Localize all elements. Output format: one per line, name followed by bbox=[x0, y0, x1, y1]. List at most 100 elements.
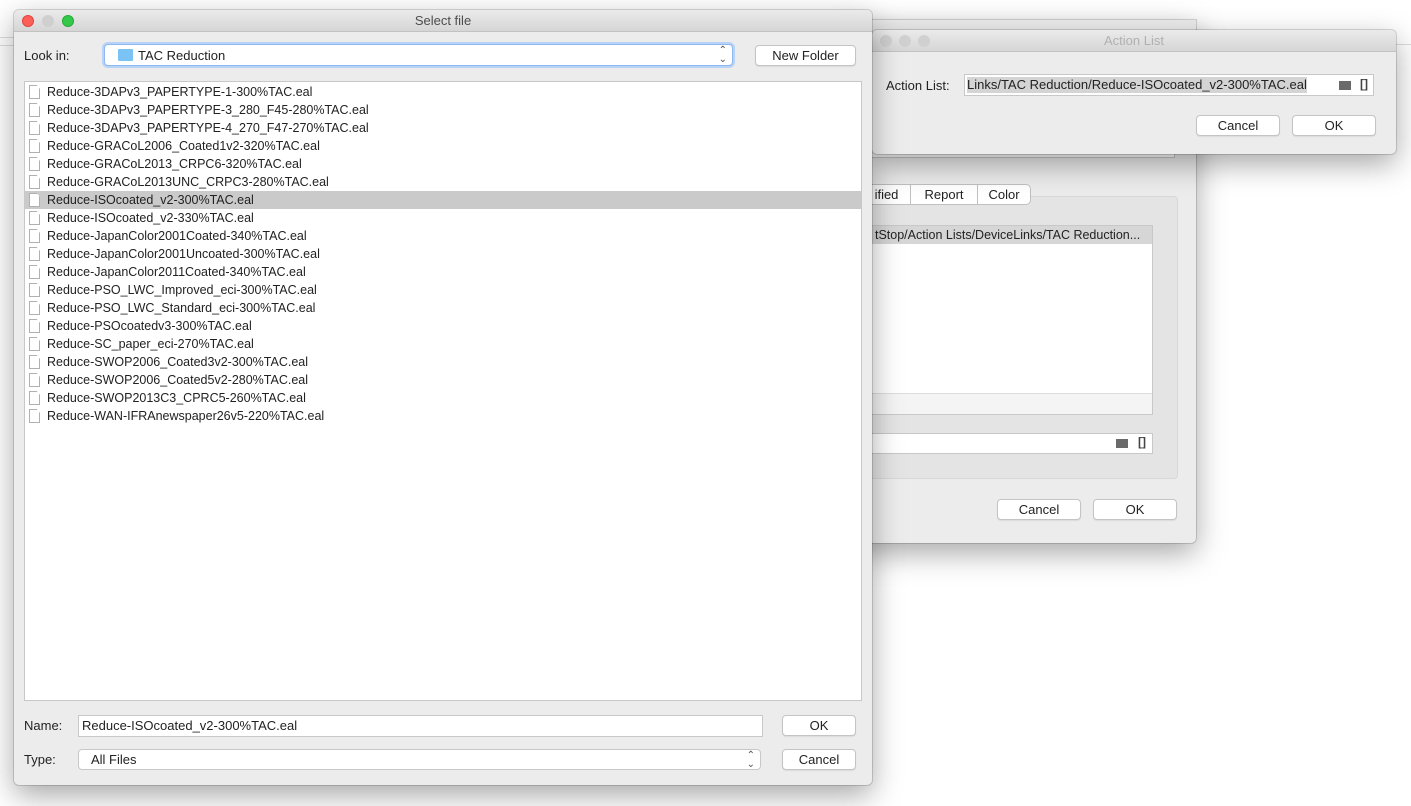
file-icon bbox=[29, 409, 40, 423]
zoom-button[interactable] bbox=[62, 15, 74, 27]
file-icon bbox=[29, 391, 40, 405]
name-label: Name: bbox=[24, 718, 63, 733]
file-list-item[interactable]: Reduce-ISOcoated_v2-300%TAC.eal bbox=[25, 191, 861, 209]
file-icon bbox=[29, 265, 40, 279]
action-list-ok-button[interactable]: OK bbox=[1292, 115, 1376, 136]
action-list-value: Links/TAC Reduction/Reduce-ISOcoated_v2-… bbox=[967, 77, 1307, 93]
file-icon bbox=[29, 103, 40, 117]
file-icon bbox=[29, 247, 40, 261]
look-in-label: Look in: bbox=[24, 48, 70, 63]
file-icon bbox=[29, 175, 40, 189]
minimize-button-inactive[interactable] bbox=[899, 35, 911, 47]
background-cancel-button[interactable]: Cancel bbox=[997, 499, 1081, 520]
file-name: Reduce-GRACoL2006_Coated1v2-320%TAC.eal bbox=[47, 139, 320, 153]
horizontal-scrollbar[interactable] bbox=[863, 393, 1152, 414]
action-list-dialog: Action List Action List: Links/TAC Reduc… bbox=[872, 30, 1396, 154]
table-header[interactable]: tStop/Action Lists/DeviceLinks/TAC Reduc… bbox=[863, 226, 1152, 244]
bracket-icon[interactable]: [] bbox=[1360, 77, 1368, 91]
type-label: Type: bbox=[24, 752, 56, 767]
file-name: Reduce-ISOcoated_v2-330%TAC.eal bbox=[47, 211, 254, 225]
cancel-button[interactable]: Cancel bbox=[782, 749, 856, 770]
file-list-item[interactable]: Reduce-PSO_LWC_Standard_eci-300%TAC.eal bbox=[25, 299, 861, 317]
file-list-item[interactable]: Reduce-WAN-IFRAnewspaper26v5-220%TAC.eal bbox=[25, 407, 861, 425]
action-list-titlebar: Action List bbox=[872, 30, 1396, 52]
select-file-dialog: Select file Look in: TAC Reduction ⌃ ⌄ Ne… bbox=[14, 10, 872, 785]
background-ok-button[interactable]: OK bbox=[1093, 499, 1177, 520]
folder-icon[interactable] bbox=[1116, 439, 1128, 448]
zoom-button-inactive[interactable] bbox=[918, 35, 930, 47]
file-name: Reduce-GRACoL2013UNC_CRPC3-280%TAC.eal bbox=[47, 175, 329, 189]
file-name: Reduce-SWOP2013C3_CPRC5-260%TAC.eal bbox=[47, 391, 306, 405]
folder-icon bbox=[118, 49, 133, 61]
file-name: Reduce-3DAPv3_PAPERTYPE-4_270_F47-270%TA… bbox=[47, 121, 369, 135]
ok-button[interactable]: OK bbox=[782, 715, 856, 736]
file-list-item[interactable]: Reduce-ISOcoated_v2-330%TAC.eal bbox=[25, 209, 861, 227]
action-table[interactable]: tStop/Action Lists/DeviceLinks/TAC Reduc… bbox=[862, 225, 1153, 415]
tab-color[interactable]: Color bbox=[977, 184, 1031, 205]
file-list-item[interactable]: Reduce-SWOP2006_Coated5v2-280%TAC.eal bbox=[25, 371, 861, 389]
file-name: Reduce-JapanColor2001Coated-340%TAC.eal bbox=[47, 229, 307, 243]
action-list-field[interactable]: Links/TAC Reduction/Reduce-ISOcoated_v2-… bbox=[964, 74, 1374, 96]
file-icon bbox=[29, 139, 40, 153]
file-name: Reduce-ISOcoated_v2-300%TAC.eal bbox=[47, 193, 254, 207]
look-in-combo[interactable]: TAC Reduction ⌃ ⌄ bbox=[104, 44, 733, 66]
file-icon bbox=[29, 229, 40, 243]
file-list[interactable]: Reduce-3DAPv3_PAPERTYPE-1-300%TAC.eal Red… bbox=[24, 81, 862, 701]
file-icon bbox=[29, 283, 40, 297]
path-field[interactable]: [] bbox=[862, 433, 1153, 454]
close-button[interactable] bbox=[22, 15, 34, 27]
file-icon bbox=[29, 319, 40, 333]
file-list-item[interactable]: Reduce-SWOP2013C3_CPRC5-260%TAC.eal bbox=[25, 389, 861, 407]
file-list-item[interactable]: Reduce-JapanColor2001Uncoated-300%TAC.ea… bbox=[25, 245, 861, 263]
file-list-item[interactable]: Reduce-PSOcoatedv3-300%TAC.eal bbox=[25, 317, 861, 335]
dialog-title: Action List bbox=[1104, 33, 1164, 48]
file-list-item[interactable]: Reduce-JapanColor2011Coated-340%TAC.eal bbox=[25, 263, 861, 281]
select-file-titlebar: Select file bbox=[14, 10, 872, 32]
file-list-item[interactable]: Reduce-JapanColor2001Coated-340%TAC.eal bbox=[25, 227, 861, 245]
file-list-item[interactable]: Reduce-SWOP2006_Coated3v2-300%TAC.eal bbox=[25, 353, 861, 371]
file-icon bbox=[29, 121, 40, 135]
file-name: Reduce-JapanColor2011Coated-340%TAC.eal bbox=[47, 265, 306, 279]
file-icon bbox=[29, 193, 40, 207]
bracket-icon[interactable]: [] bbox=[1138, 435, 1146, 449]
file-icon bbox=[29, 211, 40, 225]
dialog-title: Select file bbox=[414, 13, 472, 28]
name-field[interactable]: Reduce-ISOcoated_v2-300%TAC.eal bbox=[78, 715, 763, 737]
action-list-cancel-button[interactable]: Cancel bbox=[1196, 115, 1280, 136]
file-list-item[interactable]: Reduce-SC_paper_eci-270%TAC.eal bbox=[25, 335, 861, 353]
file-name: Reduce-PSOcoatedv3-300%TAC.eal bbox=[47, 319, 252, 333]
type-select[interactable]: All Files ⌃ ⌄ bbox=[78, 749, 761, 770]
updown-chevron-icon: ⌃ ⌄ bbox=[718, 45, 727, 65]
file-list-item[interactable]: Reduce-PSO_LWC_Improved_eci-300%TAC.eal bbox=[25, 281, 861, 299]
file-list-item[interactable]: Reduce-GRACoL2013UNC_CRPC3-280%TAC.eal bbox=[25, 173, 861, 191]
file-name: Reduce-PSO_LWC_Standard_eci-300%TAC.eal bbox=[47, 301, 316, 315]
look-in-value: TAC Reduction bbox=[138, 48, 226, 63]
file-name: Reduce-PSO_LWC_Improved_eci-300%TAC.eal bbox=[47, 283, 317, 297]
file-list-item[interactable]: Reduce-3DAPv3_PAPERTYPE-1-300%TAC.eal bbox=[25, 83, 861, 101]
file-list-item[interactable]: Reduce-3DAPv3_PAPERTYPE-4_270_F47-270%TA… bbox=[25, 119, 861, 137]
file-icon bbox=[29, 373, 40, 387]
file-name: Reduce-SWOP2006_Coated3v2-300%TAC.eal bbox=[47, 355, 309, 369]
close-button-inactive[interactable] bbox=[880, 35, 892, 47]
file-name: Reduce-SC_paper_eci-270%TAC.eal bbox=[47, 337, 254, 351]
file-name: Reduce-JapanColor2001Uncoated-300%TAC.ea… bbox=[47, 247, 320, 261]
file-name: Reduce-SWOP2006_Coated5v2-280%TAC.eal bbox=[47, 373, 309, 387]
type-value: All Files bbox=[91, 752, 137, 767]
file-name: Reduce-WAN-IFRAnewspaper26v5-220%TAC.eal bbox=[47, 409, 325, 423]
file-icon bbox=[29, 355, 40, 369]
file-icon bbox=[29, 157, 40, 171]
file-list-item[interactable]: Reduce-GRACoL2013_CRPC6-320%TAC.eal bbox=[25, 155, 861, 173]
file-icon bbox=[29, 301, 40, 315]
tab-report[interactable]: Report bbox=[910, 184, 978, 205]
action-list-label: Action List: bbox=[886, 78, 950, 93]
file-list-item[interactable]: Reduce-GRACoL2006_Coated1v2-320%TAC.eal bbox=[25, 137, 861, 155]
file-icon bbox=[29, 85, 40, 99]
file-icon bbox=[29, 337, 40, 351]
new-folder-button[interactable]: New Folder bbox=[755, 45, 856, 66]
background-window-edge bbox=[0, 37, 14, 46]
file-name: Reduce-GRACoL2013_CRPC6-320%TAC.eal bbox=[47, 157, 302, 171]
folder-icon[interactable] bbox=[1339, 81, 1351, 90]
minimize-button[interactable] bbox=[42, 15, 54, 27]
updown-chevron-icon: ⌃ ⌄ bbox=[746, 750, 755, 770]
file-list-item[interactable]: Reduce-3DAPv3_PAPERTYPE-3_280_F45-280%TA… bbox=[25, 101, 861, 119]
